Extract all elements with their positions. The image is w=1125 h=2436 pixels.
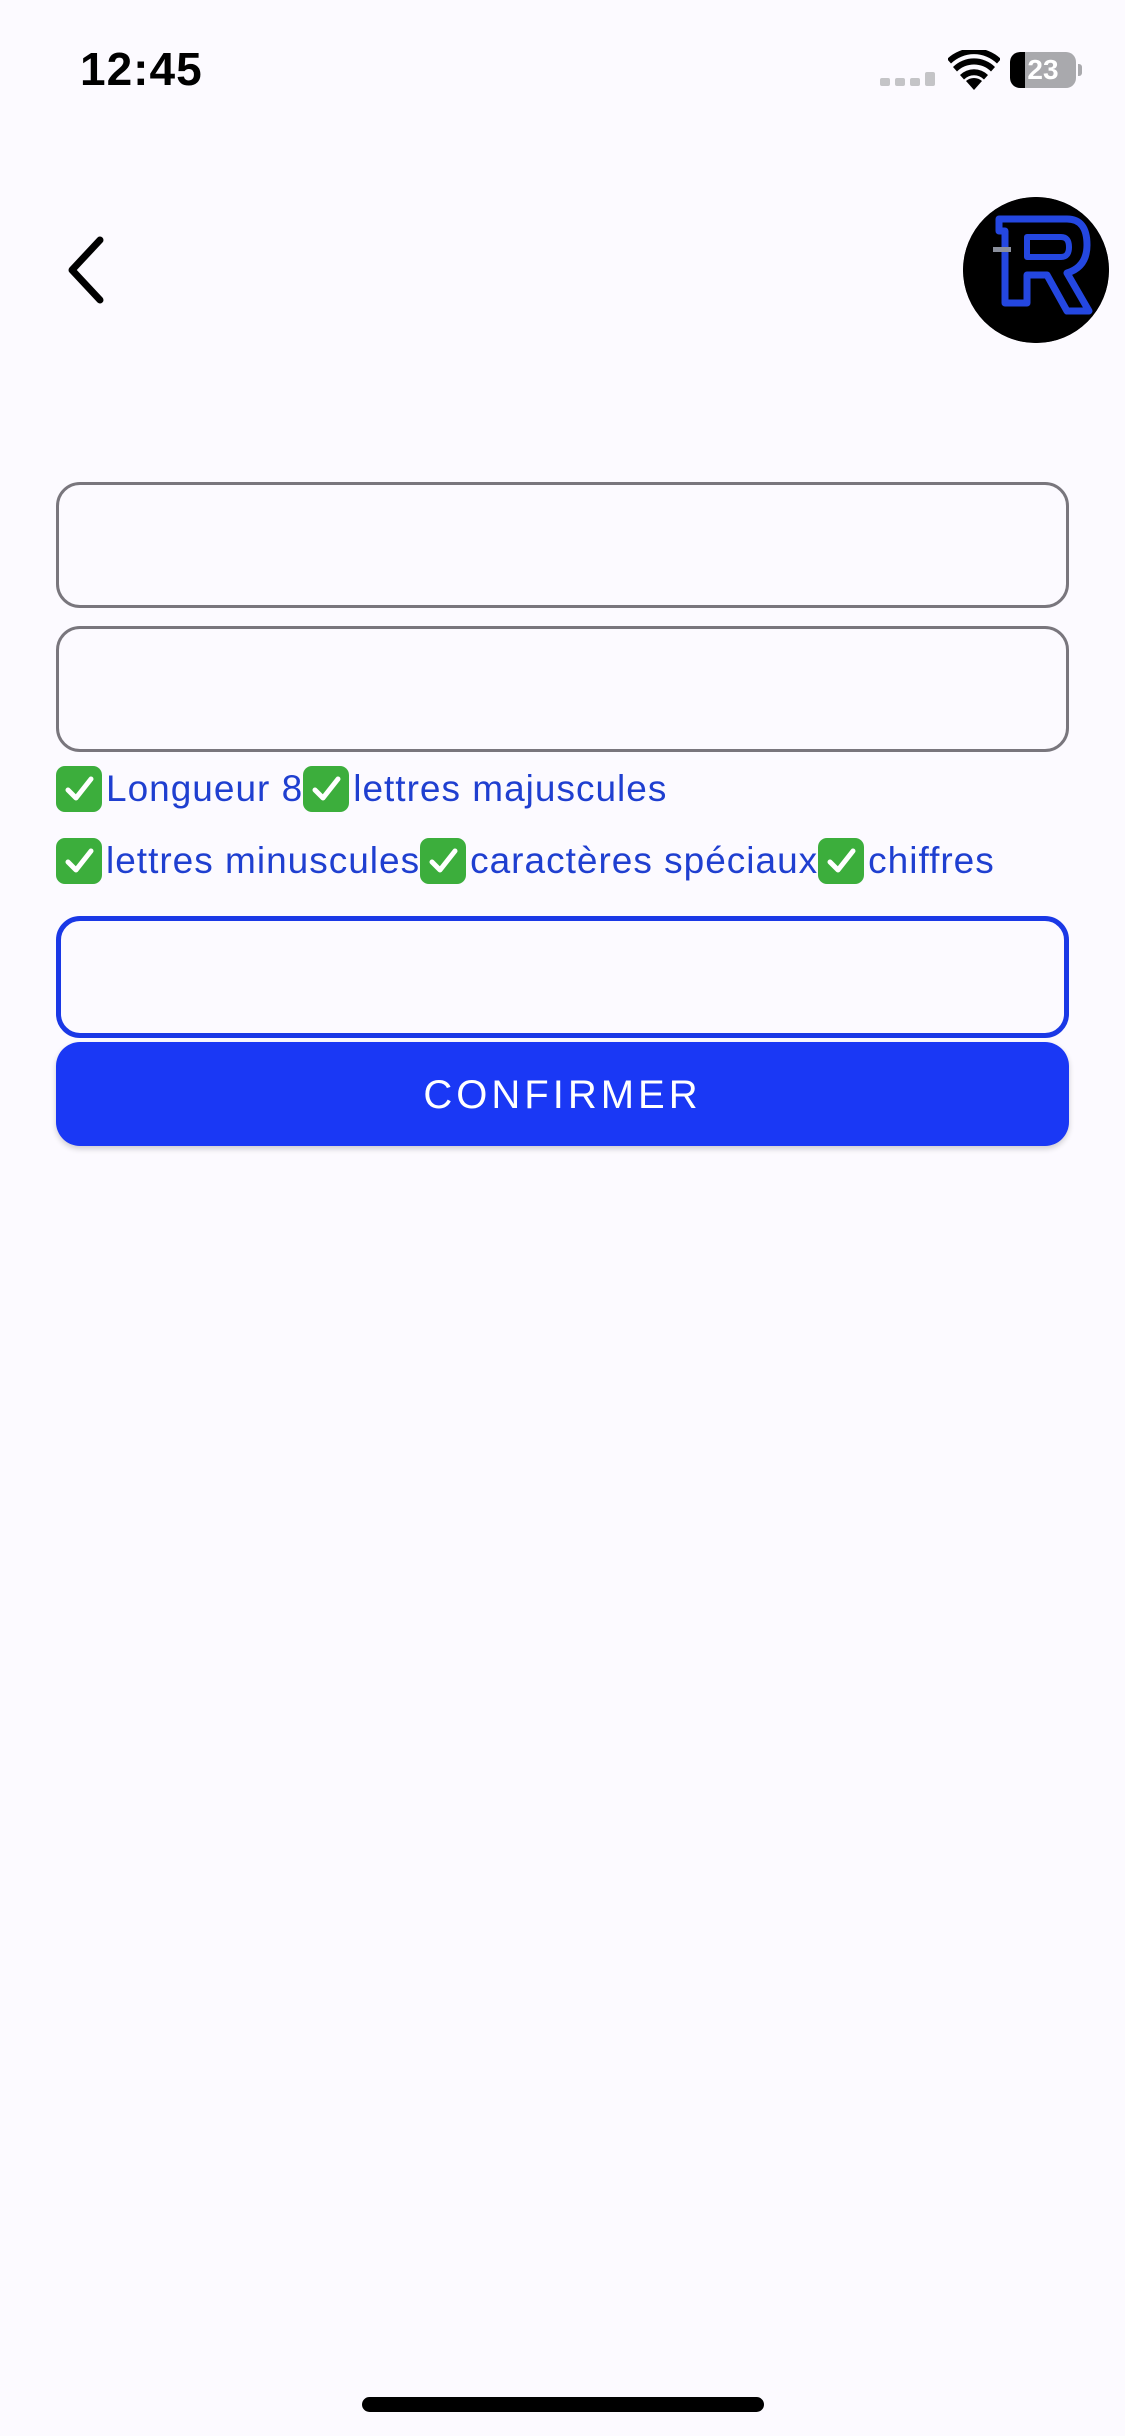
battery-level: 23 — [1027, 54, 1059, 85]
check-icon — [303, 766, 350, 812]
check-icon — [818, 838, 865, 884]
password-input-2[interactable] — [59, 629, 1066, 749]
chevron-left-icon — [68, 236, 104, 304]
check-icon — [56, 838, 102, 884]
r-monogram-logo-icon — [963, 197, 1109, 343]
check-icon — [56, 766, 102, 812]
password-input-3[interactable] — [61, 921, 1064, 1033]
battery-icon: 23 — [1010, 52, 1082, 88]
app-logo — [963, 197, 1109, 343]
confirm-button[interactable]: CONFIRMER — [56, 1042, 1069, 1146]
rule-label: chiffres — [868, 840, 995, 881]
rule-label: lettres majuscules — [353, 768, 668, 809]
rule-label: Longueur 8 — [106, 768, 304, 809]
rule-special-characters: caractères spéciaux — [420, 838, 818, 884]
rule-length: Longueur 8 — [56, 766, 303, 812]
check-icon — [420, 838, 467, 884]
password-field-2[interactable] — [56, 626, 1069, 752]
back-button[interactable] — [50, 225, 120, 315]
rule-label: lettres minuscules — [106, 840, 421, 881]
status-time: 12:45 — [80, 43, 203, 95]
password-field-3[interactable] — [56, 916, 1069, 1038]
home-indicator — [362, 2397, 764, 2412]
password-field-1[interactable] — [56, 482, 1069, 608]
password-input-1[interactable] — [59, 485, 1066, 605]
rule-uppercase: lettres majuscules — [303, 766, 667, 812]
password-rules-line-2: lettres minuscules caractères spéciaux c… — [56, 833, 995, 889]
wifi-icon — [948, 50, 1000, 90]
rule-lowercase: lettres minuscules — [56, 838, 420, 884]
cellular-signal-icon — [880, 72, 935, 86]
rule-digits: chiffres — [818, 838, 995, 884]
status-bar: 12:45 23 — [0, 0, 1125, 140]
password-rules-line-1: Longueur 8 lettres majuscules — [56, 761, 667, 817]
rule-label: caractères spéciaux — [470, 840, 819, 881]
